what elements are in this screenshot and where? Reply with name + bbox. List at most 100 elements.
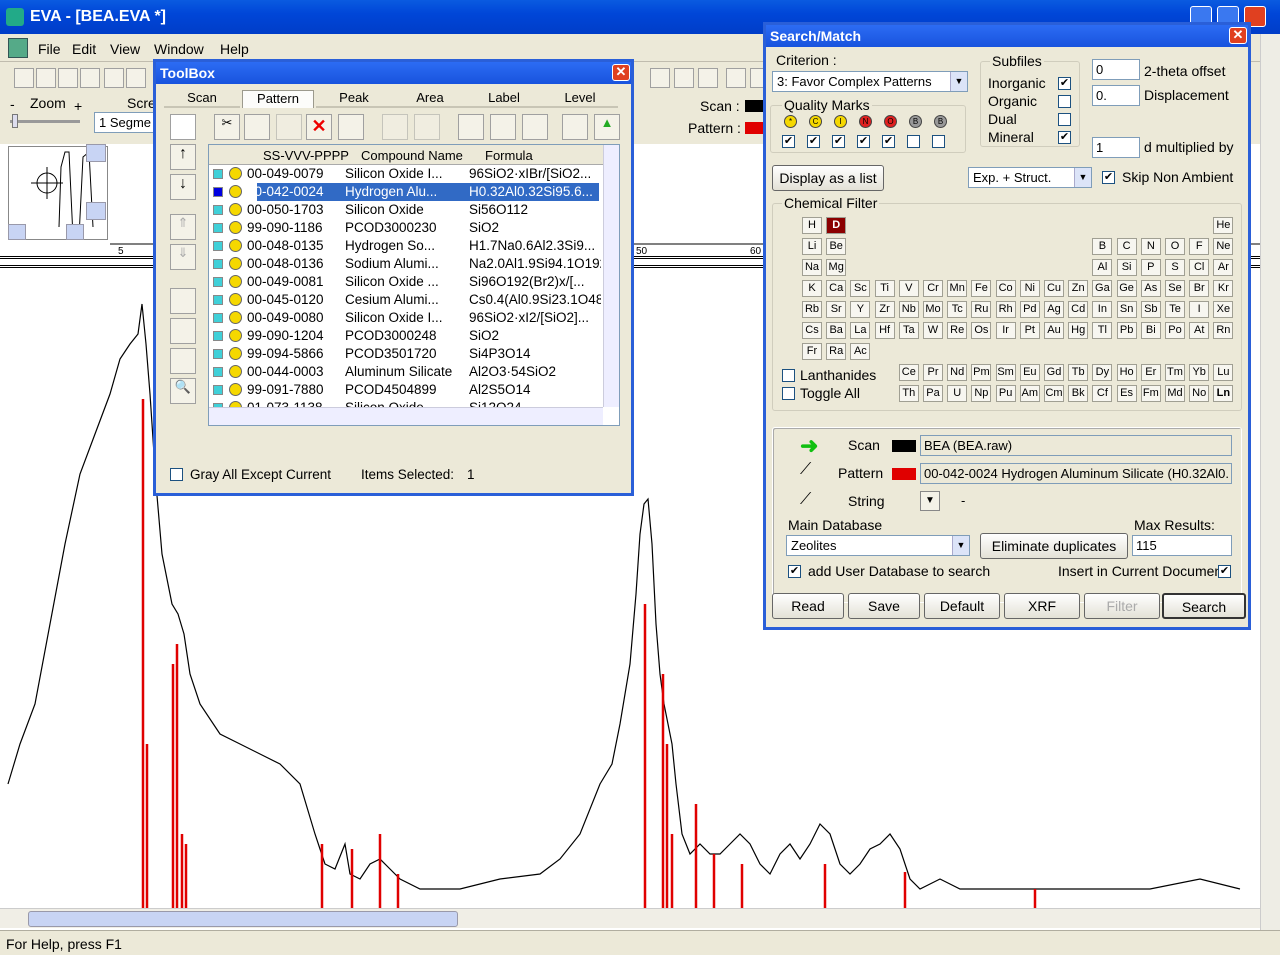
element-au[interactable]: Au [1044, 322, 1064, 339]
table-row[interactable]: 00-048-0136 Sodium Alumi... Na2.0Al1.9Si94… [209, 255, 619, 273]
eliminate-duplicates-button[interactable]: Eliminate duplicates [980, 533, 1128, 559]
tree-icon[interactable] [726, 68, 746, 88]
element-pm[interactable]: Pm [971, 364, 992, 381]
element-as[interactable]: As [1140, 280, 1161, 297]
lanthanides-checkbox[interactable] [782, 369, 795, 382]
hscroll-thumb[interactable] [28, 911, 458, 927]
row-color-swatch[interactable] [213, 205, 223, 215]
element-i[interactable]: I [1189, 301, 1210, 318]
element-es[interactable]: Es [1116, 385, 1137, 402]
new-icon[interactable] [14, 68, 34, 88]
table-row[interactable]: 99-090-1186 PCOD3000230 SiO2 [209, 219, 619, 237]
insert-doc-checkbox[interactable]: ✔ [1218, 565, 1231, 578]
col-formula[interactable]: Formula [485, 148, 533, 163]
pattern-list[interactable]: SS-VVV-PPPP Compound Name Formula 00-049… [208, 144, 620, 426]
element-mo[interactable]: Mo [923, 301, 943, 318]
table-row[interactable]: 00-044-0003 Aluminum Silicate Al2O3·54SiO2 [209, 363, 619, 381]
magnifier-icon[interactable]: 🔍 [170, 378, 196, 404]
element-bi[interactable]: Bi [1140, 322, 1161, 339]
table-row[interactable]: 00-048-0135 Hydrogen So... H1.7Na0.6Al2.3S… [209, 237, 619, 255]
toolbox-close-button[interactable]: ✕ [612, 64, 630, 81]
element-he[interactable]: He [1213, 217, 1234, 234]
tab-pattern[interactable]: Pattern [242, 90, 314, 108]
subfile-checkbox[interactable] [1058, 113, 1071, 126]
element-ti[interactable]: Ti [874, 280, 895, 297]
table-row[interactable]: 00-050-1703 Silicon Oxide Si56O112 [209, 201, 619, 219]
quality-mark-checkbox[interactable]: ✔ [782, 135, 795, 148]
main-vertical-scrollbar[interactable] [1260, 34, 1280, 930]
element-sn[interactable]: Sn [1116, 301, 1137, 318]
element-pr[interactable]: Pr [923, 364, 943, 381]
chart-icon[interactable] [562, 114, 588, 140]
import-icon[interactable] [36, 68, 56, 88]
element-lu[interactable]: Lu [1213, 364, 1234, 381]
subfile-checkbox[interactable] [1058, 95, 1071, 108]
row-color-swatch[interactable] [213, 259, 223, 269]
peak-icon[interactable] [698, 68, 718, 88]
row-color-swatch[interactable] [213, 241, 223, 251]
element-tm[interactable]: Tm [1165, 364, 1185, 381]
element-eu[interactable]: Eu [1019, 364, 1040, 381]
print-icon[interactable] [104, 68, 124, 88]
row-color-swatch[interactable] [213, 313, 223, 323]
table-row[interactable]: 99-090-1204 PCOD3000248 SiO2 [209, 327, 619, 345]
element-cf[interactable]: Cf [1092, 385, 1113, 402]
element-ar[interactable]: Ar [1213, 259, 1234, 276]
table-row[interactable]: 00-049-0079 Silicon Oxide I... 96SiO2·xIBr… [209, 165, 619, 183]
element-er[interactable]: Er [1140, 364, 1161, 381]
paste-icon[interactable] [276, 114, 302, 140]
element-sr[interactable]: Sr [826, 301, 847, 318]
triangle-icon[interactable]: ▲ [594, 114, 620, 140]
table-row[interactable]: 99-094-5866 PCOD3501720 Si4P3O14 [209, 345, 619, 363]
element-d[interactable]: D [826, 217, 847, 234]
quality-icon[interactable] [170, 318, 196, 344]
table-row[interactable]: 00-042-0024 Hydrogen Alu... H0.32Al0.32Si9… [209, 183, 619, 201]
element-yb[interactable]: Yb [1189, 364, 1210, 381]
element-p[interactable]: P [1140, 259, 1161, 276]
settings-icon[interactable] [458, 114, 484, 140]
element-ra[interactable]: Ra [826, 343, 847, 360]
element-n[interactable]: N [1140, 238, 1161, 255]
db-icon[interactable] [170, 348, 196, 374]
element-cs[interactable]: Cs [802, 322, 822, 339]
copy-icon[interactable] [244, 114, 270, 140]
save-icon[interactable] [80, 68, 100, 88]
quality-mark-checkbox[interactable] [907, 135, 920, 148]
element-co[interactable]: Co [995, 280, 1016, 297]
element-zn[interactable]: Zn [1068, 280, 1089, 297]
element-nd[interactable]: Nd [947, 364, 968, 381]
string-dropdown[interactable]: ▼ [920, 491, 940, 511]
element-in[interactable]: In [1092, 301, 1113, 318]
skip-non-ambient-checkbox[interactable]: ✔ [1102, 171, 1115, 184]
menu-view[interactable]: View [110, 41, 140, 57]
zoom-slider[interactable] [10, 120, 80, 123]
element-b[interactable]: B [1092, 238, 1113, 255]
element-hg[interactable]: Hg [1068, 322, 1089, 339]
element-ir[interactable]: Ir [995, 322, 1016, 339]
menu-file[interactable]: File [38, 41, 61, 57]
element-tc[interactable]: Tc [947, 301, 968, 318]
element-ba[interactable]: Ba [826, 322, 847, 339]
tag-icon[interactable] [382, 114, 408, 140]
element-ni[interactable]: Ni [1019, 280, 1040, 297]
element-fe[interactable]: Fe [971, 280, 992, 297]
criterion-select[interactable]: 3: Favor Complex Patterns ▼ [772, 71, 968, 92]
element-y[interactable]: Y [850, 301, 871, 318]
element-te[interactable]: Te [1165, 301, 1185, 318]
row-color-swatch[interactable] [213, 187, 223, 197]
row-color-swatch[interactable] [213, 277, 223, 287]
element-re[interactable]: Re [947, 322, 968, 339]
element-ga[interactable]: Ga [1092, 280, 1113, 297]
table-row[interactable]: 00-049-0081 Silicon Oxide ... Si96O192(Br2… [209, 273, 619, 291]
element-cu[interactable]: Cu [1044, 280, 1064, 297]
element-no[interactable]: No [1189, 385, 1210, 402]
element-sm[interactable]: Sm [995, 364, 1016, 381]
element-pt[interactable]: Pt [1019, 322, 1040, 339]
table-row[interactable]: 00-049-0080 Silicon Oxide I... 96SiO2·xI2/… [209, 309, 619, 327]
element-f[interactable]: F [1189, 238, 1210, 255]
save-button[interactable]: Save [848, 593, 920, 619]
element-nb[interactable]: Nb [898, 301, 919, 318]
element-ho[interactable]: Ho [1116, 364, 1137, 381]
offset-input[interactable]: 0 [1092, 59, 1140, 80]
element-cd[interactable]: Cd [1068, 301, 1089, 318]
